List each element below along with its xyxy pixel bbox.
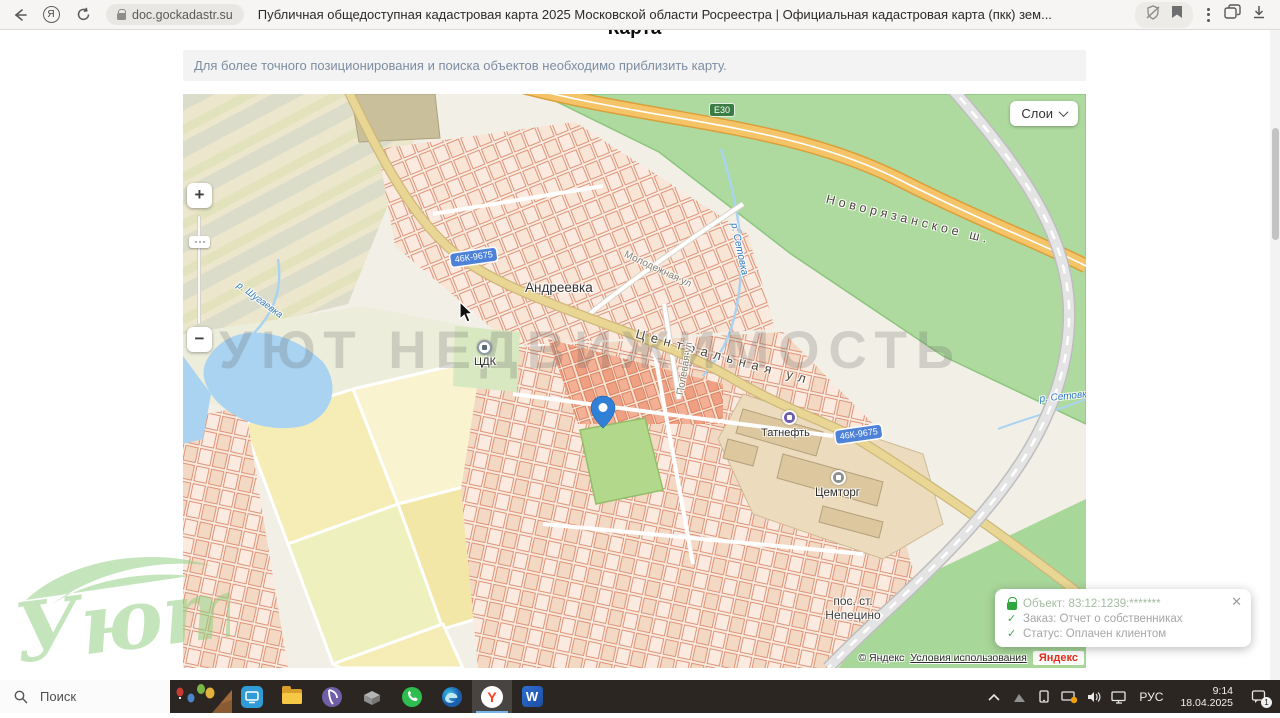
taskbar-app-word[interactable]: W xyxy=(512,680,552,713)
agency-watermark: УЮТ НЕДВИЖИМОСТЬ xyxy=(219,320,963,381)
check-icon: ✓ xyxy=(1007,627,1017,642)
profile-icon[interactable]: Я xyxy=(38,4,64,26)
agency-logo: Уют xyxy=(12,546,230,689)
lock-icon xyxy=(117,13,126,20)
order-status-popup: Объект: 83:12:1239:******* ✓ Заказ: Отче… xyxy=(995,589,1251,647)
popup-order-line: Заказ: Отчет о собственниках xyxy=(1023,612,1183,627)
scrollbar-thumb[interactable] xyxy=(1272,128,1279,240)
tray-cloud-icon[interactable] xyxy=(1010,688,1028,706)
chevron-down-icon xyxy=(1059,107,1069,117)
refresh-icon[interactable] xyxy=(70,4,96,26)
tray-screen-notify-icon[interactable] xyxy=(1060,688,1078,706)
taskbar-app-explorer[interactable] xyxy=(272,680,312,713)
popup-status-line: Статус: Оплачен клиентом xyxy=(1023,627,1166,642)
zoom-slider-handle[interactable] xyxy=(189,236,210,248)
map-canvas[interactable] xyxy=(183,94,1086,668)
zoom-slider-track[interactable] xyxy=(197,215,201,325)
folder-icon xyxy=(282,689,302,704)
taskbar-app-yandex-browser[interactable]: Y xyxy=(472,680,512,713)
layers-button-label: Слои xyxy=(1021,106,1053,121)
notification-center-icon[interactable]: 1 xyxy=(1246,685,1272,709)
tray-volume-icon[interactable] xyxy=(1085,688,1103,706)
popup-object-line: Объект: 83:12:1239:******* xyxy=(1023,597,1161,612)
agency-logo-text: Уют xyxy=(12,558,230,682)
poi-icon-cemtorg[interactable] xyxy=(831,470,846,485)
close-icon[interactable]: ✕ xyxy=(1231,594,1242,610)
zoom-out-button[interactable]: − xyxy=(187,327,212,352)
cadastral-map[interactable]: УЮТ НЕДВИЖИМОСТЬ 46К-9675 46К-9675 E30 А… xyxy=(183,94,1086,668)
poi-label-cemtorg: Цемторг xyxy=(815,487,860,499)
poi-icon-tatneft[interactable] xyxy=(782,410,797,425)
lock-icon-green xyxy=(1007,602,1017,610)
tray-chevron-up-icon[interactable] xyxy=(985,688,1003,706)
windows-taskbar: Поиск Y xyxy=(0,680,1280,713)
browser-toolbar: Я doc.gockadastr.su Публичная общедоступ… xyxy=(0,0,1280,30)
weather-widget[interactable] xyxy=(170,680,232,713)
search-icon xyxy=(14,690,28,704)
check-icon: ✓ xyxy=(1007,612,1017,627)
map-copyright: © Яндекс xyxy=(858,652,904,664)
station-label-line1: пос. ст. xyxy=(811,594,895,608)
taskbar-clock[interactable]: 9:14 18.04.2025 xyxy=(1174,685,1239,709)
page-scrollbar[interactable] xyxy=(1270,30,1280,680)
taskbar-app-whatsapp[interactable] xyxy=(392,680,432,713)
protect-disabled-icon[interactable] xyxy=(1145,5,1161,25)
word-icon: W xyxy=(522,686,543,707)
notification-badge: 1 xyxy=(1261,697,1272,708)
station-label: пос. ст. Непецино xyxy=(811,594,895,622)
toolbar-capsule xyxy=(1135,2,1193,28)
zoom-in-button[interactable]: + xyxy=(187,183,212,208)
poi-label-cdk: ЦДК xyxy=(474,356,496,368)
back-icon[interactable] xyxy=(6,4,32,26)
layers-button[interactable]: Слои xyxy=(1010,101,1078,126)
tray-device-icon[interactable] xyxy=(1035,688,1053,706)
taskbar-app-edge[interactable] xyxy=(432,680,472,713)
station-label-line2: Непецино xyxy=(811,608,895,622)
bookmark-icon[interactable] xyxy=(1171,5,1183,25)
address-bar[interactable]: doc.gockadastr.su xyxy=(106,4,244,25)
tray-network-icon[interactable] xyxy=(1110,688,1128,706)
poi-label-tatneft: Татнефть xyxy=(761,427,810,439)
taskbar-app-bittorrent[interactable] xyxy=(312,680,352,713)
route-e30-badge: E30 xyxy=(710,104,734,116)
terms-of-use-link[interactable]: Условия использования xyxy=(910,652,1027,664)
taskbar-app-gray[interactable] xyxy=(352,680,392,713)
profile-glyph: Я xyxy=(43,6,60,23)
language-indicator[interactable]: РУС xyxy=(1135,690,1167,704)
menu-icon[interactable] xyxy=(1203,8,1214,22)
map-hint-text: Для более точного позиционирования и пои… xyxy=(183,50,1086,81)
download-icon[interactable] xyxy=(1252,5,1266,25)
yandex-logo[interactable]: Яндекс xyxy=(1033,651,1084,665)
taskbar-search[interactable]: Поиск xyxy=(0,680,170,713)
clock-time: 9:14 xyxy=(1180,685,1233,697)
tabs-icon[interactable] xyxy=(1224,4,1242,25)
yandex-browser-icon: Y xyxy=(481,686,503,708)
town-label: Андреевка xyxy=(525,280,593,295)
poi-icon-cdk[interactable] xyxy=(477,340,492,355)
search-placeholder: Поиск xyxy=(40,689,76,704)
page-tab-title: Публичная общедоступная кадастровая карт… xyxy=(258,7,1052,22)
taskbar-app-taskview[interactable] xyxy=(232,680,272,713)
clock-date: 18.04.2025 xyxy=(1180,697,1233,709)
url-text: doc.gockadastr.su xyxy=(132,8,233,22)
